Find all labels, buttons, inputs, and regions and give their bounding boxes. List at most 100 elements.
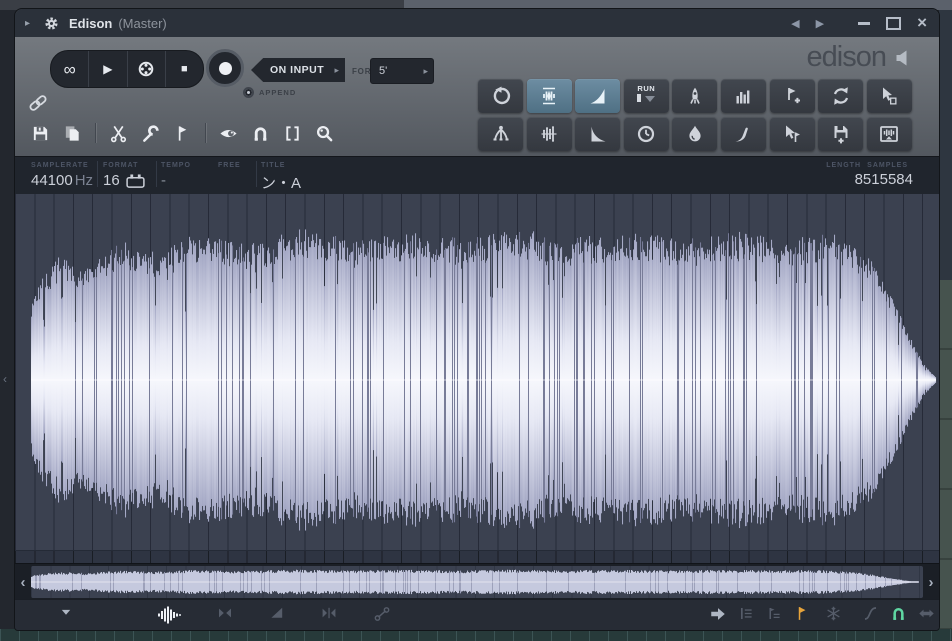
waveform-view-button[interactable] bbox=[157, 605, 183, 625]
drop-button[interactable] bbox=[672, 117, 717, 151]
waveform-svg bbox=[15, 194, 937, 550]
stop-button[interactable]: ■ bbox=[165, 51, 203, 87]
regions-list-button[interactable] bbox=[738, 605, 755, 622]
save-button[interactable] bbox=[31, 124, 50, 143]
claw-button[interactable] bbox=[478, 117, 523, 151]
rocket-button[interactable] bbox=[672, 79, 717, 113]
magnet-button[interactable] bbox=[890, 605, 907, 622]
format-value[interactable]: 16 bbox=[103, 172, 145, 189]
loop-button[interactable]: ∞ bbox=[51, 51, 88, 87]
zoom-icon bbox=[315, 124, 334, 143]
cut-button[interactable] bbox=[109, 124, 128, 143]
send-to-playlist-button[interactable] bbox=[867, 117, 912, 151]
tools-button[interactable] bbox=[141, 124, 160, 143]
scroll-left-button[interactable]: ‹ bbox=[15, 564, 31, 600]
play-button[interactable]: ▶ bbox=[88, 51, 126, 87]
scroll-right-button[interactable]: › bbox=[923, 564, 939, 600]
drag-marker-button[interactable] bbox=[770, 117, 815, 151]
logo-text: edison bbox=[807, 41, 886, 74]
minimize-button[interactable] bbox=[858, 22, 870, 25]
close-button[interactable]: × bbox=[917, 16, 927, 30]
eq-icon bbox=[539, 124, 559, 144]
snap-icon bbox=[251, 124, 270, 143]
next-arrow-button[interactable]: ▶ bbox=[816, 17, 824, 30]
link-button[interactable] bbox=[28, 93, 48, 113]
send-arrow-button[interactable] bbox=[709, 605, 727, 623]
title-value[interactable]: ン・A bbox=[261, 172, 301, 193]
brush-icon bbox=[733, 124, 753, 144]
edit-icon-row bbox=[31, 119, 334, 147]
for-label: FOR bbox=[352, 67, 371, 76]
save-new-icon bbox=[831, 124, 851, 144]
smooth-curve-button[interactable] bbox=[862, 605, 879, 622]
resync-button[interactable] bbox=[818, 79, 863, 113]
add-marker-button[interactable] bbox=[770, 79, 815, 113]
h-arrows-button[interactable] bbox=[918, 605, 935, 622]
tempo-label: TEMPO bbox=[161, 162, 191, 169]
snowflake-button[interactable] bbox=[825, 605, 842, 622]
append-radio[interactable] bbox=[243, 87, 254, 98]
copy-icon bbox=[63, 124, 82, 143]
status-bar bbox=[15, 599, 939, 630]
chevron-right-icon: ▸ bbox=[334, 65, 339, 76]
record-button[interactable] bbox=[206, 49, 244, 87]
tools-icon bbox=[141, 124, 160, 143]
run-script-button[interactable]: RUN bbox=[624, 79, 669, 113]
fade-out-button[interactable] bbox=[575, 117, 620, 151]
time-ruler[interactable] bbox=[15, 550, 939, 564]
waveform-display[interactable] bbox=[15, 194, 939, 550]
menu-triangle-button[interactable] bbox=[59, 605, 73, 619]
link-nodes-button[interactable] bbox=[373, 605, 391, 623]
drop-icon bbox=[685, 124, 705, 144]
maximize-button[interactable] bbox=[886, 17, 901, 30]
triangles-in-button[interactable] bbox=[217, 605, 233, 621]
marker-icon bbox=[173, 124, 192, 143]
append-option[interactable]: APPEND bbox=[243, 87, 296, 98]
tempo-value[interactable]: - bbox=[161, 172, 166, 189]
preview-icon bbox=[219, 124, 238, 143]
record-duration-field[interactable]: 5' ▸ bbox=[370, 58, 434, 84]
gear-icon[interactable] bbox=[43, 15, 60, 32]
preview-button[interactable] bbox=[219, 124, 238, 143]
record-mode-button[interactable]: ON INPUT ▸ bbox=[251, 58, 345, 82]
brush-button[interactable] bbox=[721, 117, 766, 151]
channels-icon bbox=[126, 174, 145, 188]
waveform-scrollbar[interactable]: ‹ › bbox=[15, 563, 939, 600]
claw-icon bbox=[491, 124, 511, 144]
select-button[interactable] bbox=[283, 124, 302, 143]
collapse-arrow-icon[interactable]: ▸ bbox=[25, 18, 35, 29]
samplerate-value[interactable]: 44100Hz bbox=[31, 172, 93, 189]
fade-in-button[interactable] bbox=[575, 79, 620, 113]
run-script-icon: RUN bbox=[637, 85, 655, 108]
ramp-button[interactable] bbox=[269, 605, 285, 621]
normalize-button[interactable] bbox=[527, 79, 572, 113]
prev-arrow-button[interactable]: ◀ bbox=[791, 17, 799, 30]
format-label: FORMAT bbox=[103, 162, 138, 169]
triangles-out-button[interactable] bbox=[321, 605, 337, 621]
marker-button[interactable] bbox=[173, 124, 192, 143]
snap-button[interactable] bbox=[251, 124, 270, 143]
chevron-right-icon: ▸ bbox=[423, 66, 428, 77]
save-new-button[interactable] bbox=[818, 117, 863, 151]
record-duration-value: 5' bbox=[379, 65, 387, 77]
window-title: Edison bbox=[69, 16, 112, 31]
title-bar[interactable]: ▸ Edison (Master) ◀ ▶ × bbox=[15, 9, 939, 37]
eq-button[interactable] bbox=[527, 117, 572, 151]
burn-button[interactable] bbox=[127, 51, 165, 87]
zoom-button[interactable] bbox=[315, 124, 334, 143]
turn-icon bbox=[491, 86, 511, 106]
scrollbar-track[interactable] bbox=[31, 566, 923, 598]
marker-flag-button[interactable] bbox=[794, 605, 811, 622]
stats-button[interactable] bbox=[721, 79, 766, 113]
marker-list-button[interactable] bbox=[766, 605, 783, 622]
edison-window: ▸ Edison (Master) ◀ ▶ × ∞▶■ ON INPUT bbox=[14, 8, 940, 631]
title-label: TITLE bbox=[261, 162, 285, 169]
save-icon bbox=[31, 124, 50, 143]
copy-button[interactable] bbox=[63, 124, 82, 143]
samples-value[interactable]: 8515584 bbox=[855, 171, 913, 188]
drag-copy-icon bbox=[879, 86, 899, 106]
turn-button[interactable] bbox=[478, 79, 523, 113]
drag-copy-button[interactable] bbox=[867, 79, 912, 113]
clock-button[interactable] bbox=[624, 117, 669, 151]
append-label: APPEND bbox=[259, 88, 296, 97]
